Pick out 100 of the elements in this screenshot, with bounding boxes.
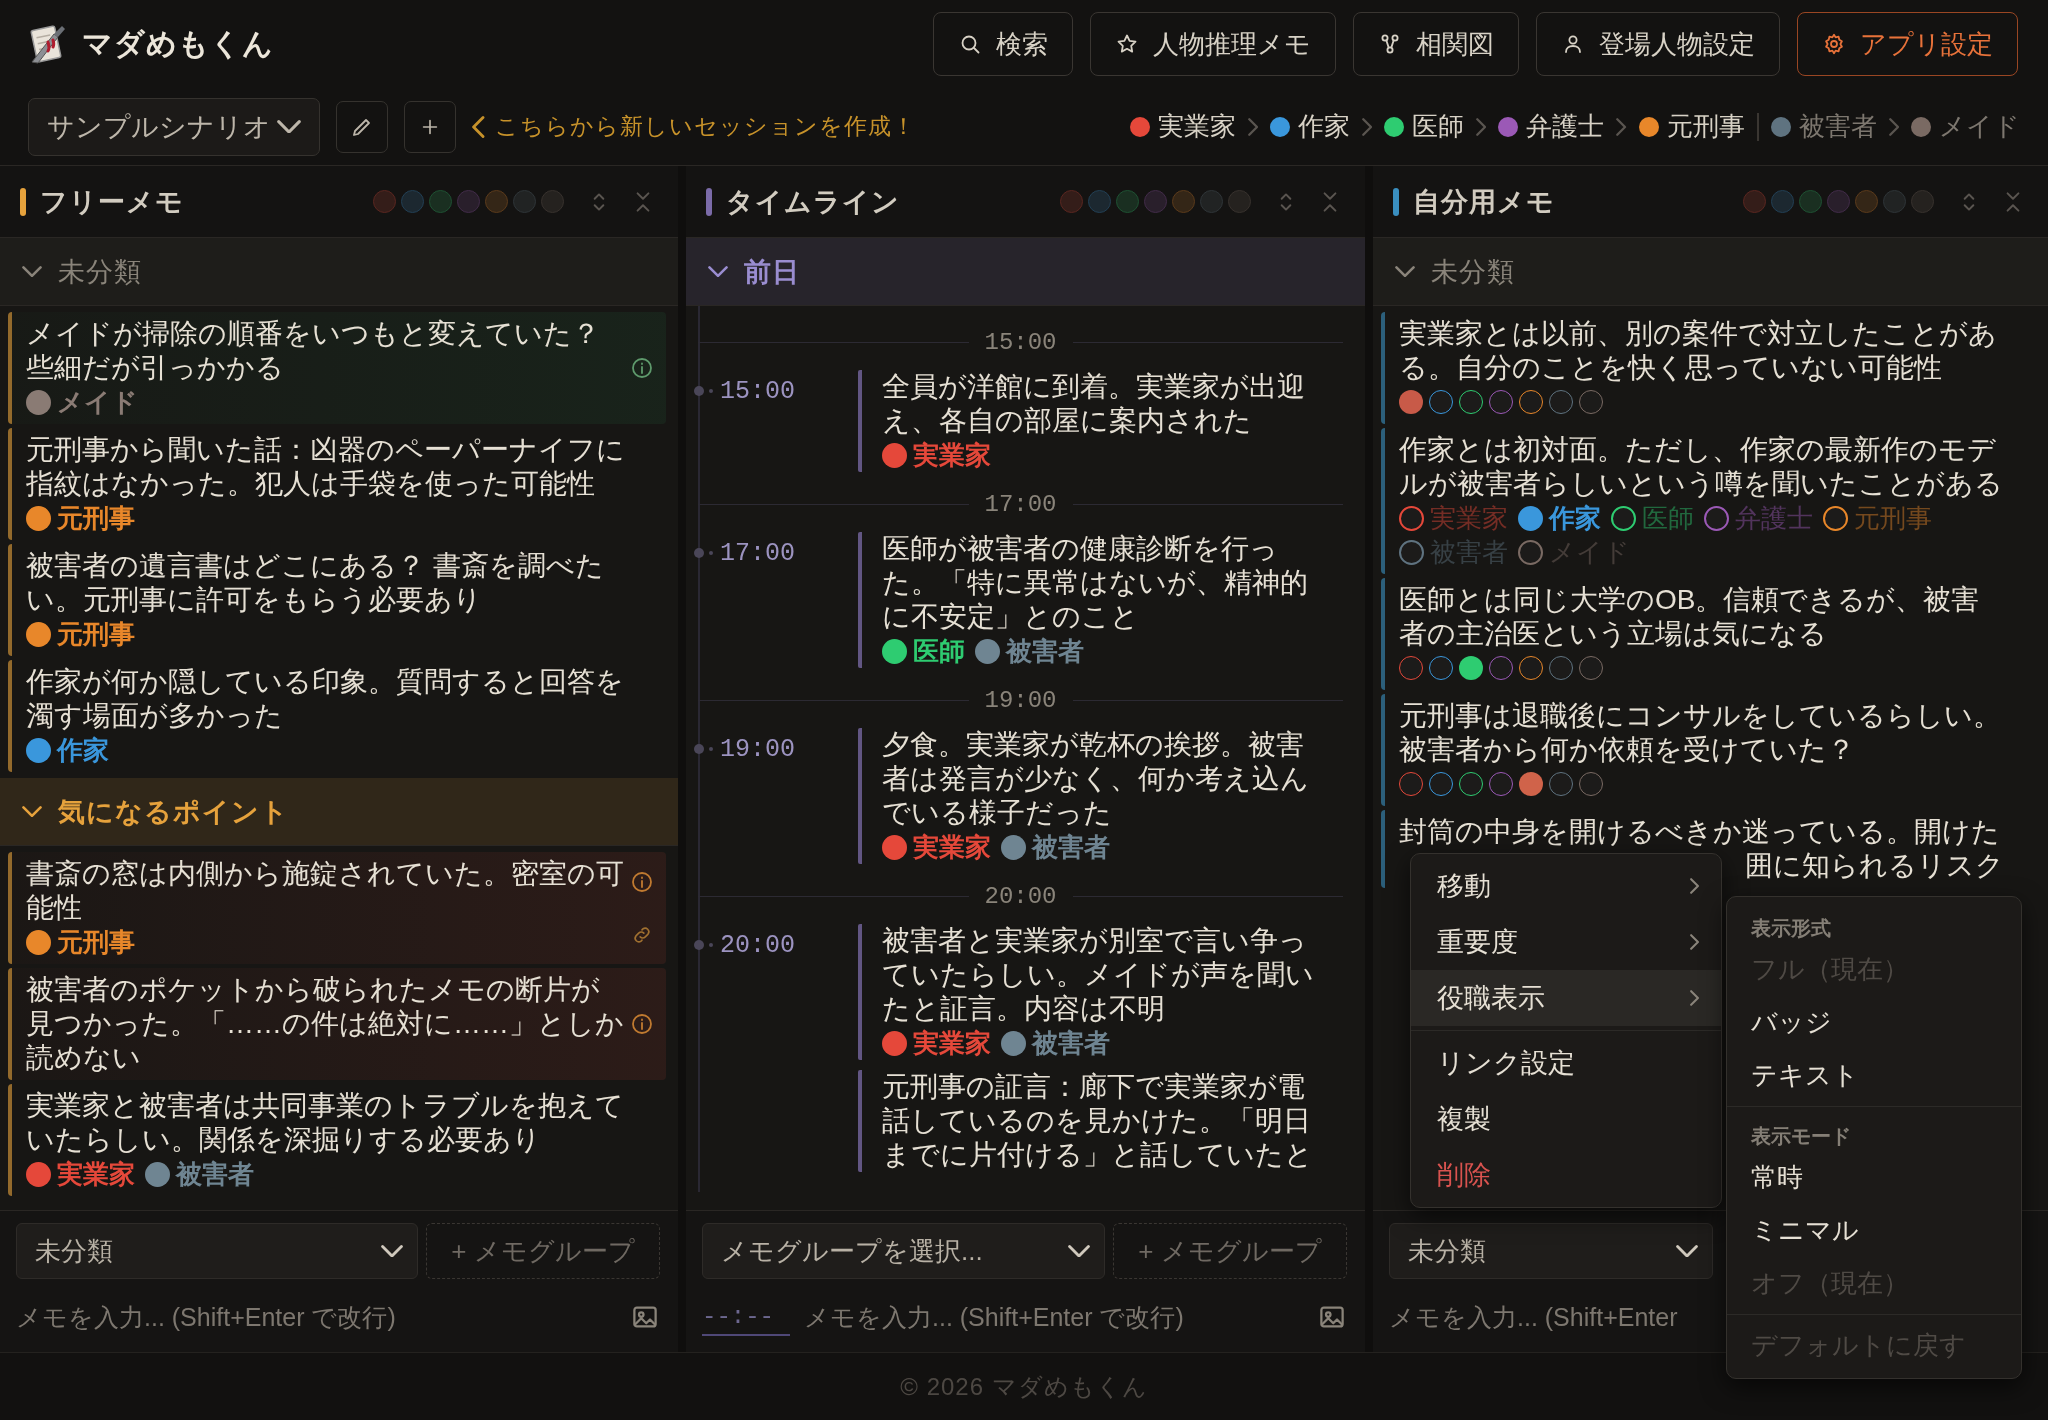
character-dot[interactable] [1399, 772, 1423, 796]
memo-card[interactable]: メイドが掃除の順番をいつもと変えていた？些細だが引っかかる メイド [8, 312, 666, 424]
character-dot[interactable] [1704, 505, 1729, 531]
character-dot[interactable] [1399, 539, 1424, 565]
character-dot[interactable] [1579, 390, 1603, 414]
filter-dot[interactable] [1743, 190, 1766, 213]
filter-dot[interactable] [1172, 190, 1195, 213]
filter-dot[interactable] [1799, 190, 1822, 213]
character-dot[interactable] [1429, 656, 1453, 680]
filter-dot[interactable] [1855, 190, 1878, 213]
nav-button[interactable]: アプリ設定 [1797, 12, 2018, 76]
memo-card[interactable]: 元刑事から聞いた話：凶器のペーパーナイフに指紋はなかった。犯人は手袋を使った可能性 元刑事 [8, 428, 666, 540]
character-dot[interactable] [1489, 772, 1513, 796]
character-name[interactable]: 作家 [1549, 501, 1601, 535]
menu-item[interactable]: テキスト [1727, 1049, 2021, 1102]
character-dot[interactable] [1519, 656, 1543, 680]
filter-dot[interactable] [513, 190, 536, 213]
character-chip[interactable]: 医師 [1384, 109, 1465, 144]
filter-dot[interactable] [485, 190, 508, 213]
menu-item[interactable]: 削除 [1411, 1147, 1721, 1203]
nav-button[interactable]: 登場人物設定 [1536, 12, 1780, 76]
character-chip[interactable]: 実業家 [1129, 109, 1236, 144]
menu-item[interactable]: 常時 [1727, 1151, 2021, 1204]
character-dot[interactable] [1519, 772, 1543, 796]
character-chip[interactable]: メイド [1911, 109, 2020, 144]
nav-button[interactable]: 検索 [933, 12, 1073, 76]
filter-dot[interactable] [1228, 190, 1251, 213]
character-dot[interactable] [1459, 656, 1483, 680]
memo-card[interactable]: 被害者のポケットから破られたメモの断片が見つかった。「……の件は絶対に……」としか読めない [8, 968, 666, 1080]
memo-card[interactable]: 被害者の遺言書はどこにある？ 書斎を調べたい。元刑事に許可をもらう必要あり 元刑事 [8, 544, 666, 656]
info-icon[interactable] [630, 356, 654, 380]
filter-dot[interactable] [541, 190, 564, 213]
character-dot[interactable] [1579, 656, 1603, 680]
memo-card[interactable]: 実業家と被害者は共同事業のトラブルを抱えていたらしい。関係を深掘りする必要あり 実業家 被害者 [8, 1084, 666, 1196]
group-header[interactable]: 気になるポイント [0, 778, 678, 846]
time-field[interactable]: --:-- [702, 1298, 790, 1336]
menu-item[interactable]: リンク設定 [1411, 1035, 1721, 1091]
character-dot[interactable] [1611, 505, 1636, 531]
character-dot[interactable] [1489, 656, 1513, 680]
menu-item[interactable]: 重要度 [1411, 914, 1721, 970]
group-select[interactable]: 未分類 [1389, 1223, 1713, 1279]
menu-item[interactable]: 役職表示 [1411, 970, 1721, 1026]
memo-card[interactable]: 元刑事は退職後にコンサルをしているらしい。被害者から何か依頼を受けていた？ [1381, 694, 2036, 806]
filter-dot[interactable] [429, 190, 452, 213]
link-icon[interactable] [631, 924, 653, 946]
character-dot[interactable] [1429, 390, 1453, 414]
nav-button[interactable]: 相関図 [1353, 12, 1519, 76]
memo-card[interactable]: 作家が何か隠している印象。質問すると回答を濁す場面が多かった 作家 [8, 660, 666, 772]
nav-button[interactable]: 人物推理メモ [1090, 12, 1336, 76]
group-header[interactable]: 未分類 [1373, 238, 2048, 306]
scenario-select[interactable]: サンプルシナリオ [28, 97, 320, 156]
memo-input[interactable]: メモを入力... (Shift+Enter で改行) [804, 1302, 1303, 1332]
character-dot[interactable] [1399, 390, 1423, 414]
filter-dot[interactable] [401, 190, 424, 213]
menu-item[interactable]: 複製 [1411, 1091, 1721, 1147]
character-dot[interactable] [1549, 390, 1573, 414]
filter-dot[interactable] [1911, 190, 1934, 213]
group-select[interactable]: 未分類 [16, 1223, 418, 1279]
group-header[interactable]: 前日 [686, 238, 1365, 306]
timeline-entry[interactable]: 被害者と実業家が別室で言い争っていたらしい。メイドが声を聞いたと証言。内容は不明 実業家 被害者 [858, 924, 1365, 1060]
filter-dot[interactable] [1144, 190, 1167, 213]
filter-dot[interactable] [1827, 190, 1850, 213]
memo-card[interactable]: 実業家とは以前、別の案件で対立したことがある。自分のことを快く思っていない可能性 [1381, 312, 2036, 424]
group-select[interactable]: メモグループを選択... [702, 1223, 1105, 1279]
character-chip[interactable]: 元刑事 [1638, 109, 1745, 144]
timeline-entry[interactable]: 全員が洋館に到着。実業家が出迎え、各自の部屋に案内された 実業家 [858, 370, 1365, 472]
filter-dot[interactable] [1116, 190, 1139, 213]
info-icon[interactable] [630, 1012, 654, 1036]
filter-dot[interactable] [373, 190, 396, 213]
character-chip[interactable]: 作家 [1269, 109, 1350, 144]
character-dot[interactable] [1459, 772, 1483, 796]
filter-dot[interactable] [1060, 190, 1083, 213]
character-dot[interactable] [1823, 505, 1848, 531]
character-chip[interactable]: 被害者 [1770, 109, 1877, 144]
character-dot[interactable] [1489, 390, 1513, 414]
character-dot[interactable] [1429, 772, 1453, 796]
character-dot[interactable] [1399, 505, 1424, 531]
memo-input[interactable]: メモを入力... (Shift+Enter で改行) [16, 1302, 616, 1332]
menu-item[interactable]: バッジ [1727, 996, 2021, 1049]
memo-card[interactable]: 書斎の窓は内側から施錠されていた。密室の可能性 元刑事 [8, 852, 666, 964]
character-chip[interactable]: 弁護士 [1498, 109, 1605, 144]
character-dot[interactable] [1579, 772, 1603, 796]
timeline-entry[interactable]: 医師が被害者の健康診断を行った。「特に異常はないが、精神的に不安定」とのこと 医師 被害者 [858, 532, 1365, 668]
filter-dot[interactable] [1200, 190, 1223, 213]
character-dot[interactable] [1519, 390, 1543, 414]
character-dot[interactable] [1549, 772, 1573, 796]
filter-dot[interactable] [1883, 190, 1906, 213]
filter-dot[interactable] [457, 190, 480, 213]
character-dot[interactable] [1399, 656, 1423, 680]
character-dot[interactable] [1518, 539, 1543, 565]
filter-dot[interactable] [1088, 190, 1111, 213]
edit-button[interactable] [336, 100, 388, 153]
memo-card[interactable]: 医師とは同じ大学のOB。信頼できるが、被害者の主治医という立場は気になる [1381, 578, 2036, 690]
group-header[interactable]: 未分類 [0, 238, 678, 306]
menu-item[interactable]: ミニマル [1727, 1204, 2021, 1257]
timeline-entry[interactable]: 夕食。実業家が乾杯の挨拶。被害者は発言が少なく、何か考え込んでいる様子だった 実業家 被害者 [858, 728, 1365, 864]
character-dot[interactable] [1459, 390, 1483, 414]
filter-dot[interactable] [1771, 190, 1794, 213]
character-dot[interactable] [1549, 656, 1573, 680]
memo-input[interactable]: メモを入力... (Shift+Enter [1389, 1302, 1709, 1332]
